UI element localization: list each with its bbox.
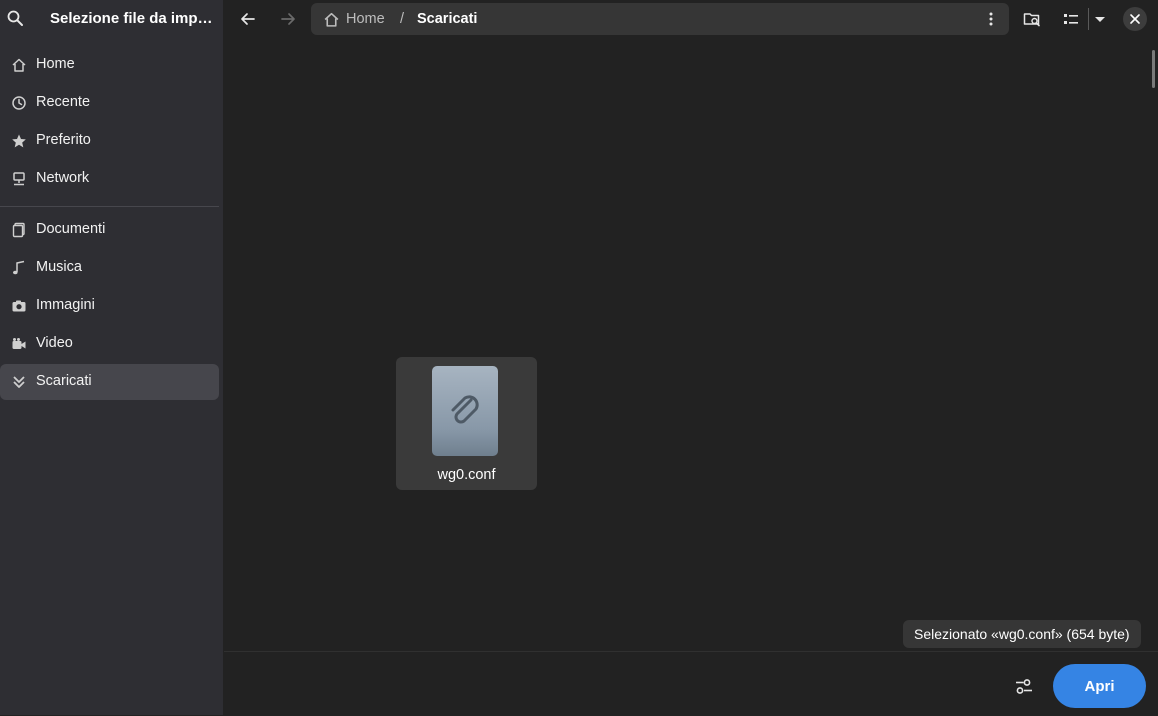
selection-status: Selezionato «wg0.conf» (654 byte) xyxy=(903,620,1141,648)
search-icon[interactable] xyxy=(6,9,24,27)
download-icon xyxy=(13,376,25,388)
sidebar-item-documenti[interactable]: Documenti xyxy=(0,212,219,248)
music-icon xyxy=(13,260,25,275)
more-options-icon[interactable] xyxy=(983,11,999,27)
sidebar-item-video[interactable]: Video xyxy=(0,326,219,362)
sidebar-item-label: Recente xyxy=(36,94,91,110)
sidebar-item-label: Scaricati xyxy=(36,373,92,389)
sidebar-item-label: Video xyxy=(36,335,73,351)
forward-arrow-icon[interactable] xyxy=(278,9,298,29)
sidebar-item-recente[interactable]: Recente xyxy=(0,85,219,121)
sidebar-item-musica[interactable]: Musica xyxy=(0,250,219,286)
breadcrumb-home[interactable]: Home xyxy=(346,11,385,27)
sidebar-item-home[interactable]: Home xyxy=(0,47,219,83)
file-item[interactable]: wg0.conf xyxy=(396,357,537,490)
sidebar-item-preferito[interactable]: Preferito xyxy=(0,123,219,159)
sidebar-item-label: Documenti xyxy=(36,221,106,237)
breadcrumb-separator: / xyxy=(400,11,405,27)
sidebar: Selezione file da imp… Home Recente Pref… xyxy=(0,0,223,715)
close-icon xyxy=(1130,14,1140,24)
sidebar-item-network[interactable]: Network xyxy=(0,161,219,197)
sidebar-item-label: Preferito xyxy=(36,132,91,148)
sidebar-divider xyxy=(0,206,219,207)
back-arrow-icon[interactable] xyxy=(238,9,258,29)
open-button[interactable]: Apri xyxy=(1053,664,1146,708)
star-icon xyxy=(12,134,26,148)
folder-search-icon[interactable] xyxy=(1023,10,1041,28)
sidebar-item-label: Musica xyxy=(36,259,82,275)
scrollbar[interactable] xyxy=(1152,50,1155,88)
filter-options-icon[interactable] xyxy=(1014,677,1034,697)
breadcrumb-current[interactable]: Scaricati xyxy=(417,11,477,27)
paperclip-icon xyxy=(451,395,479,424)
sidebar-item-scaricati[interactable]: Scaricati xyxy=(0,364,219,400)
sidebar-header: Selezione file da imp… xyxy=(0,0,223,38)
clock-icon xyxy=(12,96,26,110)
home-icon[interactable] xyxy=(323,11,340,28)
toolbar-divider xyxy=(1088,8,1089,30)
file-view[interactable] xyxy=(224,38,1158,650)
sidebar-item-label: Network xyxy=(36,170,90,186)
file-name: wg0.conf xyxy=(437,467,496,483)
sidebar-item-label: Immagini xyxy=(36,297,95,313)
camera-icon xyxy=(12,300,26,312)
document-icon xyxy=(12,222,25,238)
path-bar: Home / Scaricati xyxy=(311,3,1009,35)
network-icon xyxy=(13,172,25,186)
list-view-icon[interactable] xyxy=(1062,10,1080,28)
window-title: Selezione file da imp… xyxy=(50,10,213,27)
chevron-down-icon[interactable] xyxy=(1091,10,1109,28)
video-icon xyxy=(12,338,26,349)
close-button[interactable] xyxy=(1123,7,1147,31)
sidebar-item-immagini[interactable]: Immagini xyxy=(0,288,219,324)
file-thumbnail xyxy=(432,366,498,456)
sidebar-item-label: Home xyxy=(36,56,75,72)
home-icon xyxy=(12,58,26,72)
